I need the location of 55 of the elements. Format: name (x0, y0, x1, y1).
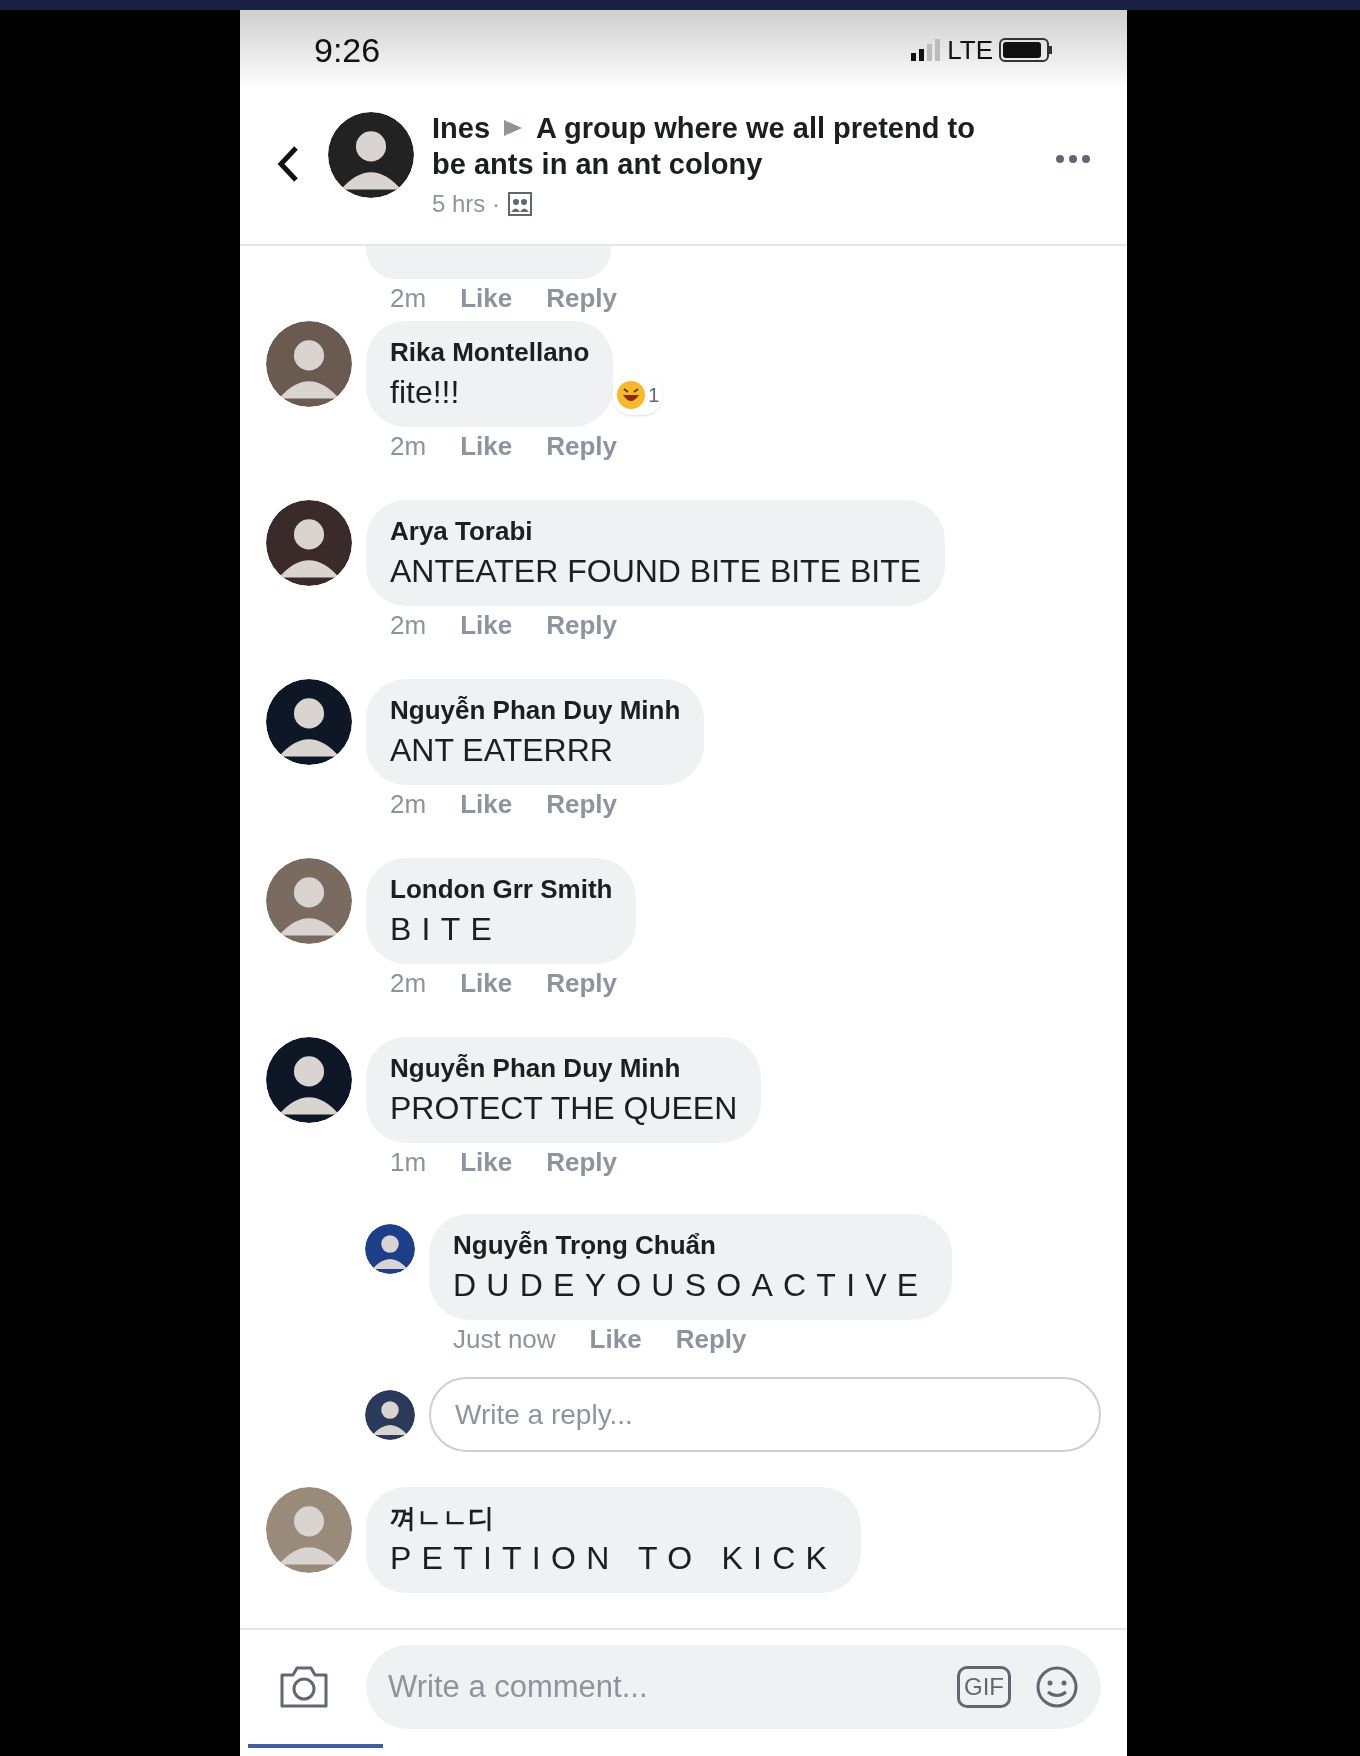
reply-link[interactable]: Reply (546, 426, 617, 466)
avatar (365, 1224, 415, 1274)
comment-time: Just now (453, 1322, 556, 1356)
like-link[interactable]: Like (460, 605, 513, 645)
comment-text: BITE (390, 910, 504, 949)
commenter-name[interactable]: Arya Torabi (390, 513, 921, 549)
like-link[interactable]: Like (460, 963, 513, 1003)
more-options-icon[interactable] (1055, 154, 1091, 164)
signal-icon (911, 39, 942, 61)
reply-link[interactable]: Reply (546, 1142, 617, 1182)
post-title: Ines A group where we all pretend to be ants in an ant colony (432, 111, 976, 182)
like-link[interactable]: Like (589, 1319, 642, 1359)
reply-link[interactable]: Reply (546, 963, 617, 1003)
reply-input[interactable]: Write a reply... (429, 1377, 1101, 1452)
commenter-name[interactable]: Nguyễn Phan Duy Minh (390, 692, 681, 728)
comment-time: 2m (390, 966, 427, 1000)
like-link[interactable]: Like (460, 278, 513, 318)
commenter-name[interactable]: Rika Montellano (390, 334, 590, 370)
gif-button[interactable]: GIF (957, 1666, 1011, 1708)
smiley-icon[interactable] (1035, 1665, 1079, 1709)
comment-text: ANTEATER FOUND BITE BITE BITE (390, 552, 921, 591)
network-label: LTE (947, 33, 993, 67)
avatar (365, 1389, 415, 1440)
laughing-emoji-icon (616, 380, 647, 410)
comment-text: PROTECT THE QUEEN (390, 1089, 738, 1128)
comment-text: PETITION TO KICK (390, 1539, 838, 1578)
like-link[interactable]: Like (460, 784, 513, 824)
comment-text: DUDEYOUSOACTIVE (453, 1266, 929, 1305)
battery-icon (999, 38, 1053, 62)
reaction-count: 1 (648, 383, 660, 408)
reply-link[interactable]: Reply (546, 784, 617, 824)
like-link[interactable]: Like (460, 1142, 513, 1182)
comment-time: 2m (390, 608, 427, 642)
reply-link[interactable]: Reply (546, 278, 617, 318)
comment-time: 1m (390, 1145, 427, 1179)
commenter-name[interactable]: London Grr Smith (390, 871, 613, 907)
comment-input[interactable]: Write a comment... GIF (366, 1645, 1101, 1729)
back-icon[interactable] (276, 144, 300, 184)
like-link[interactable]: Like (460, 426, 513, 466)
comment-placeholder: Write a comment... (388, 1667, 648, 1706)
commenter-name[interactable]: Nguyễn Phan Duy Minh (390, 1050, 738, 1086)
reply-link[interactable]: Reply (675, 1319, 747, 1359)
comment-time: 2m (390, 787, 427, 821)
post-time: 5 hrs · (432, 189, 500, 219)
comment-text: fite!!! (390, 373, 461, 412)
commenter-name[interactable]: 껴ㄴㄴ디 (390, 1500, 838, 1536)
reaction-badge[interactable]: 1 (612, 375, 664, 415)
comment-time: 2m (390, 281, 427, 315)
camera-icon[interactable] (278, 1665, 330, 1709)
comment-text: ANT EATERRR (390, 731, 614, 770)
comment-time: 2m (390, 429, 427, 463)
group-icon (508, 192, 532, 216)
reply-link[interactable]: Reply (546, 605, 617, 645)
commenter-name[interactable]: Nguyễn Trọng Chuẩn (453, 1227, 929, 1263)
clock: 9:26 (314, 29, 381, 71)
